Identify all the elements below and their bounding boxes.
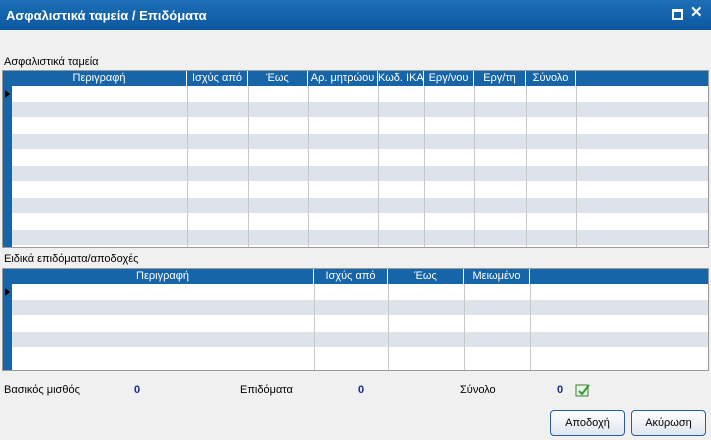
funds-section-label: Ασφαλιστικά ταμεία — [4, 56, 99, 68]
funds-col-employer[interactable]: Εργ/τη — [474, 71, 526, 86]
table-row[interactable] — [12, 230, 708, 246]
basic-salary-label: Βασικός μισθός — [4, 384, 80, 396]
column-divider — [248, 86, 249, 247]
column-divider — [526, 86, 527, 247]
table-row[interactable] — [12, 150, 708, 166]
column-divider — [530, 284, 531, 370]
table-row[interactable] — [12, 134, 708, 150]
close-icon[interactable]: ✕ — [690, 5, 703, 20]
basic-salary-value: 0 — [134, 384, 141, 396]
benefits-grid[interactable]: Περιγραφή Ισχύς από Έως Μειωμένο — [2, 268, 709, 371]
funds-col-employee[interactable]: Εργ/νου — [424, 71, 474, 86]
table-row[interactable] — [12, 166, 708, 182]
funds-col-until[interactable]: Έως — [248, 71, 308, 86]
column-divider — [424, 86, 425, 247]
funds-col-valid-from[interactable]: Ισχύς από — [187, 71, 248, 86]
maximize-icon[interactable] — [672, 9, 683, 20]
table-row[interactable] — [12, 316, 708, 332]
funds-col-ika-code[interactable]: Κωδ. ΙΚΑ — [378, 71, 424, 86]
current-row-arrow-icon — [5, 288, 10, 296]
table-row[interactable] — [12, 118, 708, 134]
table-row[interactable] — [12, 300, 708, 316]
table-row[interactable] — [12, 198, 708, 214]
column-divider — [187, 86, 188, 247]
table-row[interactable] — [12, 102, 708, 118]
column-divider — [464, 284, 465, 370]
table-row[interactable] — [12, 182, 708, 198]
funds-grid[interactable]: Περιγραφή Ισχύς από Έως Αρ. μητρώου Κωδ.… — [2, 70, 709, 248]
total-value: 0 — [557, 384, 564, 396]
accept-button[interactable]: Αποδοχή — [550, 410, 625, 436]
benefits-label: Επιδόματα — [240, 384, 293, 396]
funds-col-total[interactable]: Σύνολο — [526, 71, 576, 86]
cancel-button[interactable]: Ακύρωση — [631, 410, 706, 436]
title-bar: Ασφαλιστικά ταμεία / Επιδόματα ✕ — [0, 0, 711, 30]
table-row[interactable] — [12, 348, 708, 364]
window-title: Ασφαλιστικά ταμεία / Επιδόματα — [6, 8, 207, 23]
column-divider — [474, 86, 475, 247]
column-divider — [388, 284, 389, 370]
benefits-col-valid-from[interactable]: Ισχύς από — [314, 269, 388, 284]
table-row[interactable] — [12, 332, 708, 348]
benefits-col-until[interactable]: Έως — [388, 269, 464, 284]
recalculate-icon[interactable] — [575, 382, 591, 398]
column-divider — [378, 86, 379, 247]
benefits-section-label: Ειδικά επιδόματα/αποδοχές — [4, 253, 139, 265]
column-divider — [576, 86, 577, 247]
benefits-row-selector — [3, 269, 12, 370]
benefits-col-reduced[interactable]: Μειωμένο — [464, 269, 530, 284]
benefits-col-description[interactable]: Περιγραφή — [12, 269, 314, 284]
column-divider — [314, 284, 315, 370]
current-row-arrow-icon — [5, 90, 10, 98]
table-row[interactable] — [12, 284, 708, 300]
total-label: Σύνολο — [460, 384, 496, 396]
column-divider — [308, 86, 309, 247]
funds-col-registry-no[interactable]: Αρ. μητρώου — [308, 71, 378, 86]
funds-col-description[interactable]: Περιγραφή — [12, 71, 187, 86]
table-row[interactable] — [12, 86, 708, 102]
table-row[interactable] — [12, 214, 708, 230]
benefits-value: 0 — [358, 384, 365, 396]
